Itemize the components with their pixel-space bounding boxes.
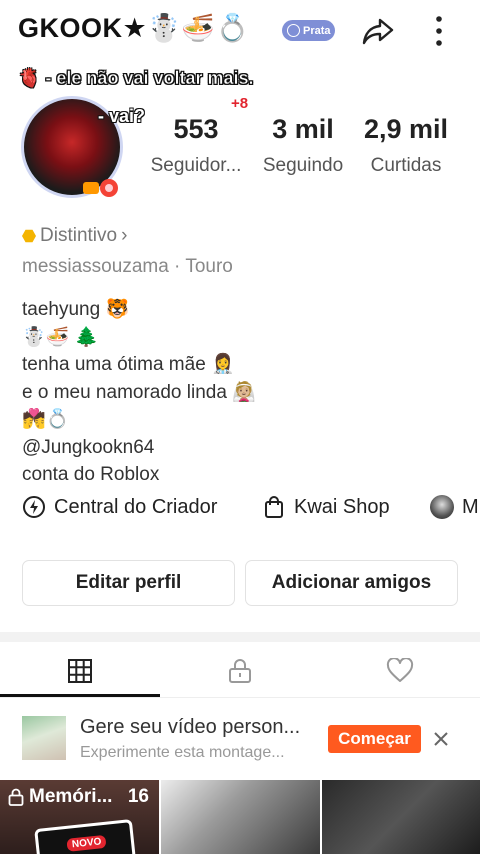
share-icon [362, 18, 394, 45]
video-grid: Memóri... 16 NOVO [0, 780, 480, 854]
tab-private[interactable] [160, 643, 320, 698]
distintivo-link[interactable]: Distintivo › [22, 225, 127, 247]
notification-count-badge: +8 [231, 95, 249, 112]
stat-likes[interactable]: 2,9 mil Curtidas [358, 114, 454, 177]
stat-following[interactable]: 3 mil Seguindo [257, 114, 349, 177]
lightning-circle-icon [23, 496, 45, 518]
stat-likes-label: Curtidas [370, 155, 442, 176]
kwai-shop-link[interactable]: Kwai Shop [262, 495, 390, 519]
close-icon [434, 732, 448, 746]
creator-center-link[interactable]: Central do Criador [22, 495, 217, 519]
memories-count: 16 [127, 786, 149, 807]
grid-item-video[interactable] [161, 780, 320, 854]
bio-line: 💏💍 [22, 409, 70, 430]
more-vertical-icon [436, 16, 442, 46]
third-link-label: M [462, 495, 479, 518]
distintivo-badge-icon [22, 229, 36, 243]
promo-close-button[interactable] [428, 726, 454, 752]
grid-item-video[interactable] [322, 780, 480, 854]
stat-followers-label: Seguidor... [150, 155, 242, 176]
tabs-divider [0, 697, 480, 698]
profile-links-row: Central do Criador Kwai Shop M [0, 495, 480, 525]
section-divider [0, 632, 480, 642]
bio-line: ☃️🍜 🌲 [22, 326, 99, 348]
memories-label: Memóri... [29, 786, 113, 807]
content-tabs [0, 643, 480, 698]
stat-followers-value: 553 [173, 114, 219, 144]
kwai-shop-label: Kwai Shop [294, 495, 390, 518]
promo-subtitle: Experimente esta montage... [80, 744, 285, 761]
heart-icon [386, 657, 414, 682]
bio-line: e o meu namorado linda 👰🏼 [22, 381, 256, 403]
profile-bio: taehyung 🐯 ☃️🍜 🌲 tenha uma ótima mãe 👩‍⚕… [22, 296, 256, 489]
third-link[interactable]: M [430, 495, 479, 519]
memories-label-wrap: Memóri... [8, 786, 112, 808]
shopping-bag-icon [265, 496, 283, 518]
tab-grid[interactable] [0, 643, 160, 698]
novo-card: NOVO [34, 818, 136, 854]
grid-item-memories[interactable]: Memóri... 16 NOVO [0, 780, 159, 854]
bio-line: tenha uma ótima mãe 👩‍⚕️ [22, 354, 235, 375]
tier-badge[interactable]: Prata [282, 20, 335, 41]
lock-icon [8, 788, 24, 806]
distintivo-label: Distintivo [40, 225, 118, 246]
add-friends-button[interactable]: Adicionar amigos [245, 560, 458, 606]
bio-mention-link[interactable]: @Jungkookn64 [22, 434, 256, 462]
promo-start-button[interactable]: Começar [328, 725, 421, 753]
stat-following-label: Seguindo [262, 155, 344, 176]
profile-meta-line: messiassouzama · Touro [22, 256, 233, 277]
grid-icon [68, 658, 92, 683]
stat-following-value: 3 mil [272, 114, 334, 144]
more-options-button[interactable] [424, 14, 454, 48]
tab-liked[interactable] [320, 643, 480, 698]
link-avatar-icon [430, 495, 454, 519]
stat-followers[interactable]: 553 Seguidor... [146, 114, 246, 177]
share-button[interactable] [361, 14, 395, 48]
tier-badge-label: Prata [303, 24, 331, 37]
bio-line: conta do Roblox [22, 464, 160, 485]
bio-line: taehyung 🐯 [22, 299, 130, 320]
creator-center-label: Central do Criador [54, 495, 218, 518]
badge-icon [287, 24, 300, 37]
profile-banner-text-line2: - vai? [98, 106, 146, 126]
top-bar: GKOOK★☃️🍜💍 Prata [0, 0, 480, 62]
profile-banner-text-line1: 🫀 - ele não vai voltar mais. [18, 68, 254, 89]
chevron-right-icon: › [121, 225, 128, 246]
novo-tag: NOVO [66, 834, 107, 852]
promo-title: Gere seu vídeo person... [80, 716, 301, 738]
profile-username: GKOOK★☃️🍜💍 [18, 13, 250, 43]
edit-profile-button[interactable]: Editar perfil [22, 560, 235, 606]
lock-icon [229, 658, 251, 683]
avatar-frame-decoration-icon [83, 179, 118, 197]
promo-thumbnail [22, 716, 66, 760]
promo-banner[interactable]: Gere seu vídeo person... Experimente est… [0, 700, 480, 778]
stat-likes-value: 2,9 mil [363, 114, 449, 144]
